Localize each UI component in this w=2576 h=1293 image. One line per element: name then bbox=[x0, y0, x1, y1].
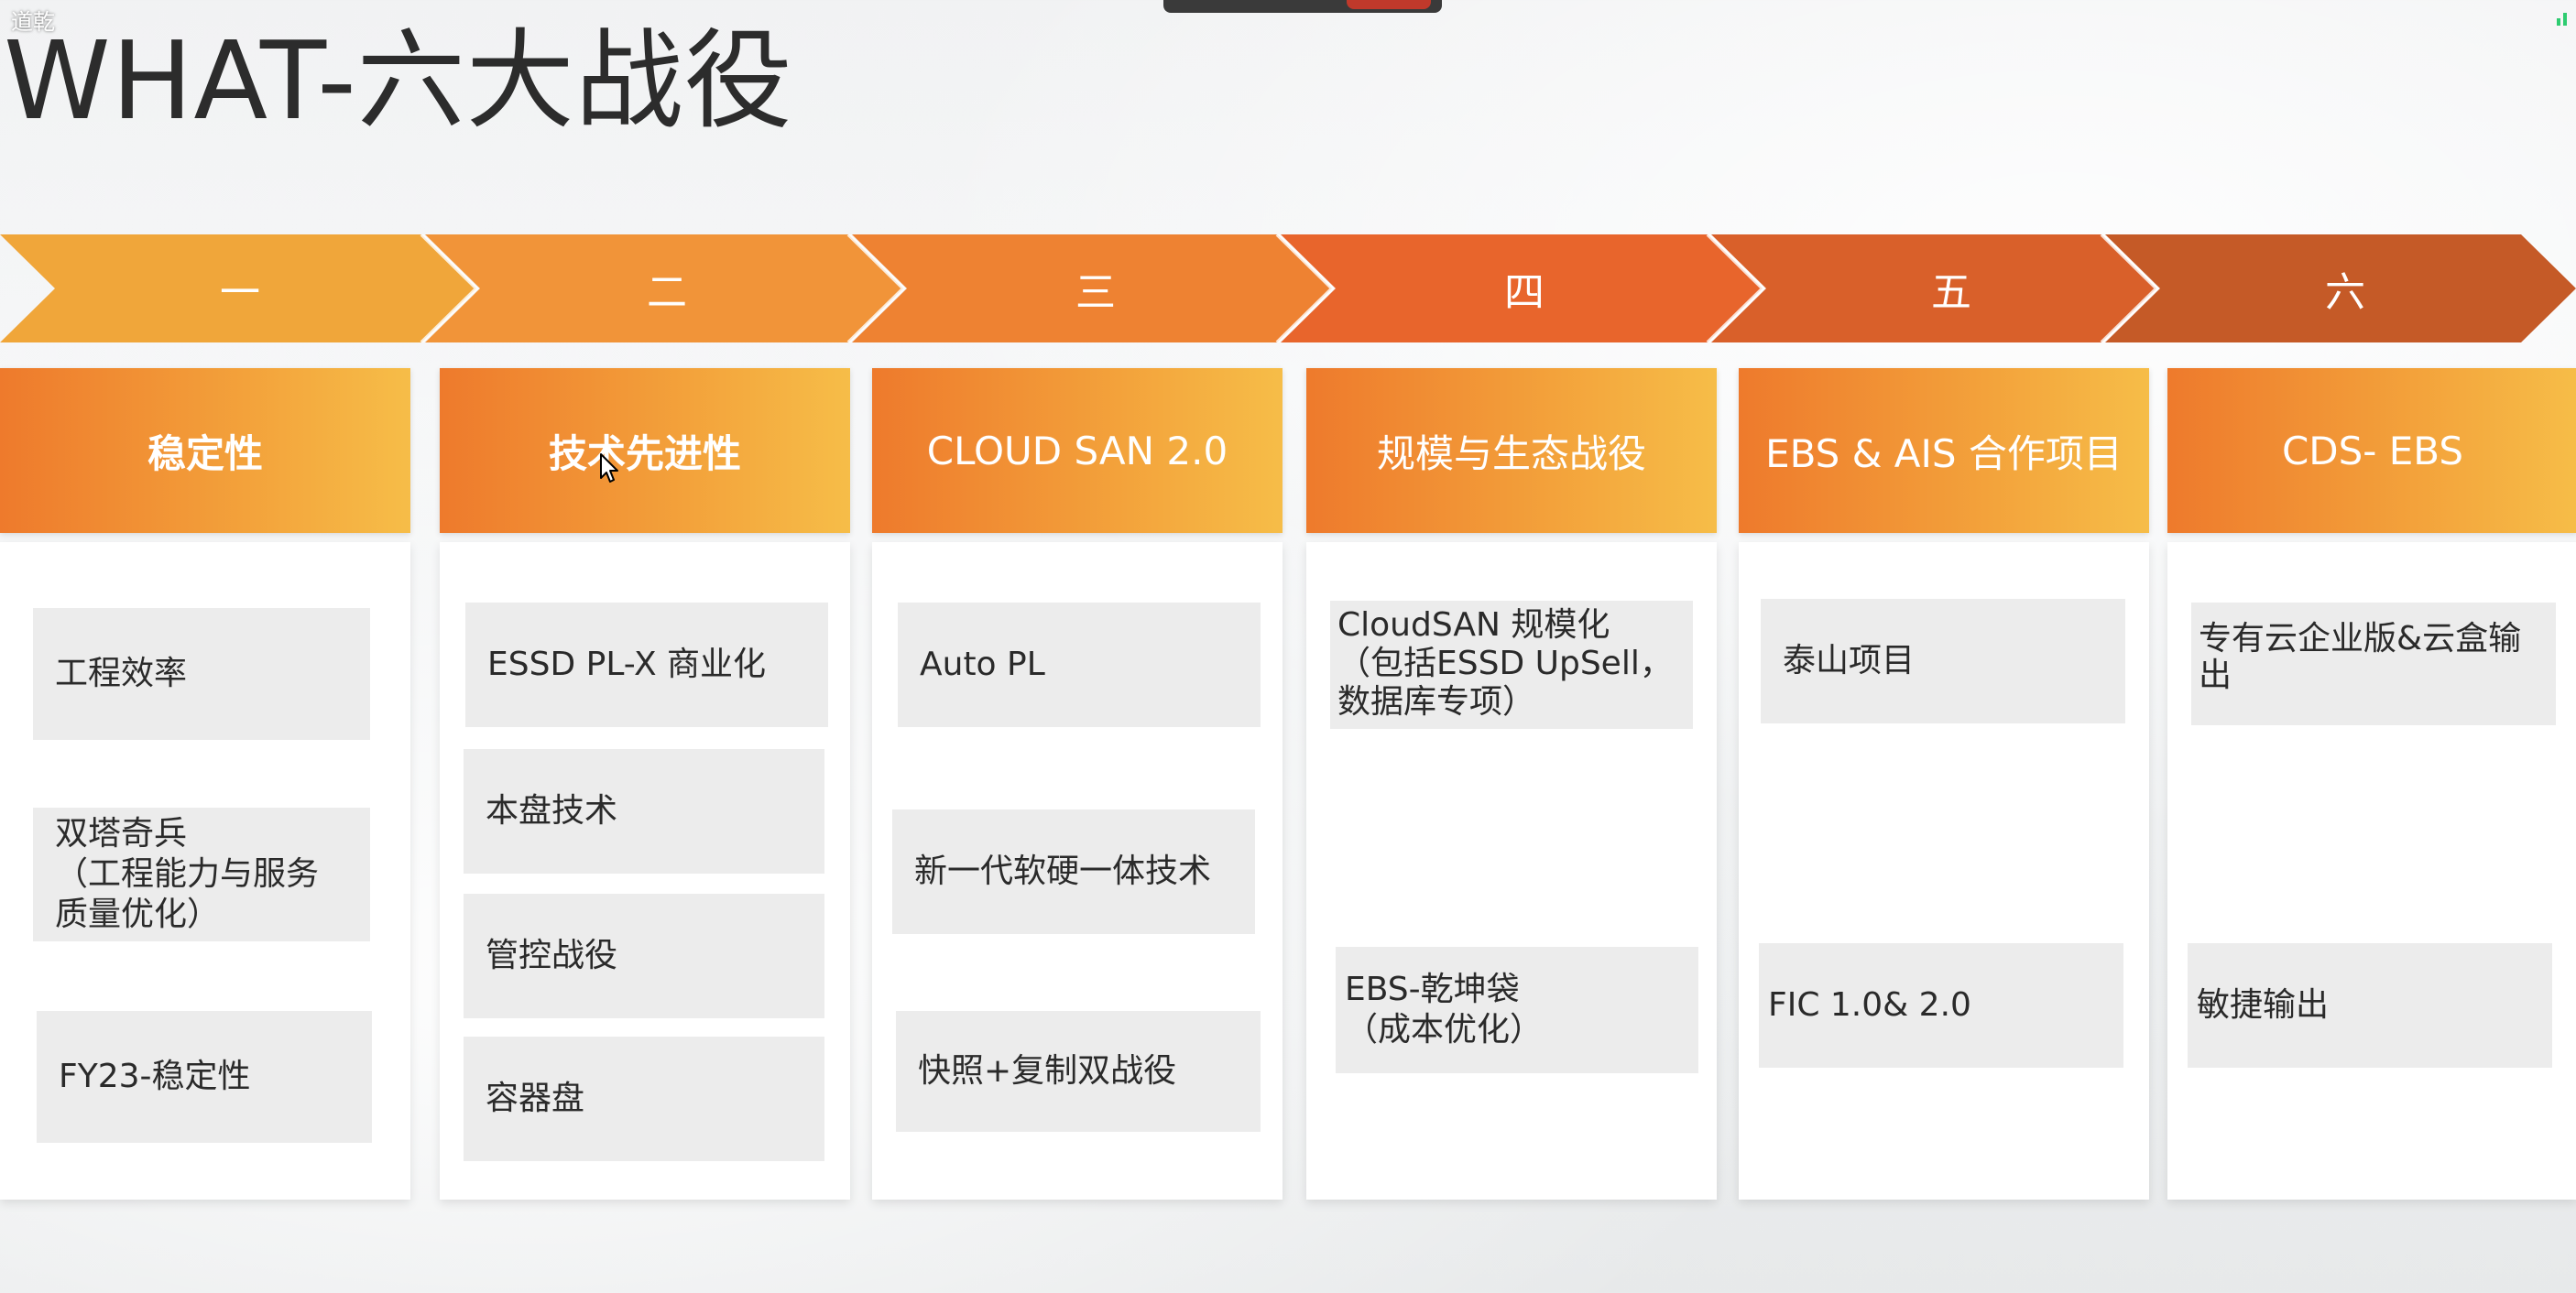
list-item: ESSD PL-X 商业化 bbox=[465, 603, 828, 727]
stage-label-4: 四 bbox=[1504, 269, 1545, 316]
stage-label-1: 一 bbox=[220, 269, 260, 316]
list-item: CloudSAN 规模化 （包括ESSD UpSell，数据库专项） bbox=[1330, 601, 1693, 729]
column-header-cloudsan: CLOUD SAN 2.0 bbox=[872, 368, 1283, 533]
list-item: 本盘技术 bbox=[464, 749, 824, 874]
stage-chevron-strip bbox=[0, 234, 2576, 342]
column-header-stability: 稳定性 bbox=[0, 368, 410, 533]
cursor-arrow-icon bbox=[600, 453, 618, 483]
recording-indicator[interactable] bbox=[1347, 0, 1431, 9]
stage-label-2: 二 bbox=[647, 269, 687, 316]
list-item: 容器盘 bbox=[464, 1037, 824, 1161]
list-item: FY23-稳定性 bbox=[37, 1011, 372, 1143]
signal-bars-icon bbox=[2557, 13, 2567, 26]
list-item: 泰山项目 bbox=[1761, 599, 2125, 723]
list-item: 敏捷输出 bbox=[2188, 943, 2552, 1068]
list-item: EBS-乾坤袋 （成本优化） bbox=[1336, 947, 1698, 1073]
list-item: 专有云企业版&云盒输出 bbox=[2191, 603, 2556, 725]
list-item: Auto PL bbox=[898, 603, 1261, 727]
column-header-ebs-ais: EBS & AIS 合作项目 bbox=[1739, 368, 2149, 533]
list-item: FIC 1.0& 2.0 bbox=[1759, 943, 2123, 1068]
column-header-cds-ebs: CDS- EBS bbox=[2167, 368, 2576, 533]
list-item: 工程效率 bbox=[33, 608, 370, 740]
stage-label-3: 三 bbox=[1075, 269, 1116, 316]
list-item: 双塔奇兵 （工程能力与服务质量优化） bbox=[33, 808, 370, 941]
slide-title: WHAT-六大战役 bbox=[4, 17, 793, 144]
list-item: 新一代软硬一体技术 bbox=[892, 809, 1255, 934]
list-item: 快照+复制双战役 bbox=[896, 1011, 1261, 1132]
list-item: 管控战役 bbox=[464, 894, 824, 1018]
column-header-scale: 规模与生态战役 bbox=[1306, 368, 1717, 533]
stage-label-5: 五 bbox=[1931, 269, 1971, 316]
column-header-tech: 技术先进性 bbox=[440, 368, 850, 533]
stage-label-6: 六 bbox=[2325, 269, 2365, 316]
